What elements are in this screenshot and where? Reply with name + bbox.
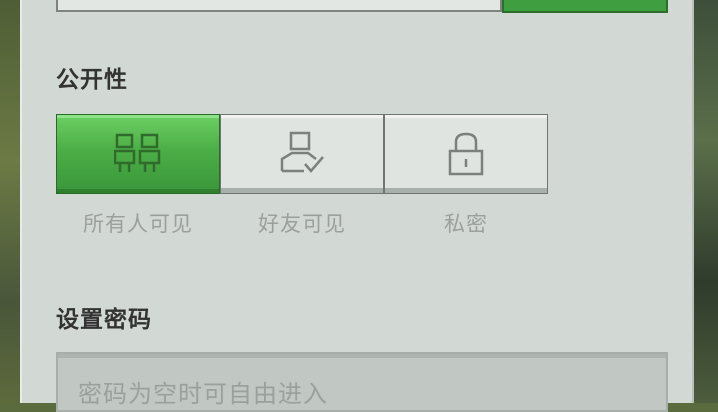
visibility-private-label: 私密 (444, 212, 488, 236)
password-title: 设置密码 (56, 307, 152, 333)
visibility-title: 公开性 (56, 67, 128, 93)
name-input[interactable] (56, 0, 502, 12)
confirm-button[interactable] (502, 0, 668, 13)
visibility-everyone-label: 所有人可见 (83, 212, 193, 236)
people-icon (114, 133, 161, 172)
visibility-friends-label: 好友可见 (258, 212, 346, 236)
visibility-everyone-button[interactable] (56, 114, 220, 194)
friend-icon (280, 131, 324, 173)
password-placeholder: 密码为空时可自由进入 (78, 380, 328, 408)
visibility-friends-button[interactable] (220, 114, 384, 194)
settings-panel: 公开性 所有人可见 好友可见 私密 设置密码 密码为空时可自由进入 (20, 0, 694, 412)
password-input[interactable]: 密码为空时可自由进入 (56, 352, 668, 412)
background-right (694, 0, 718, 403)
lock-icon (448, 132, 484, 176)
visibility-private-button[interactable] (384, 114, 548, 194)
background-left (0, 0, 20, 403)
